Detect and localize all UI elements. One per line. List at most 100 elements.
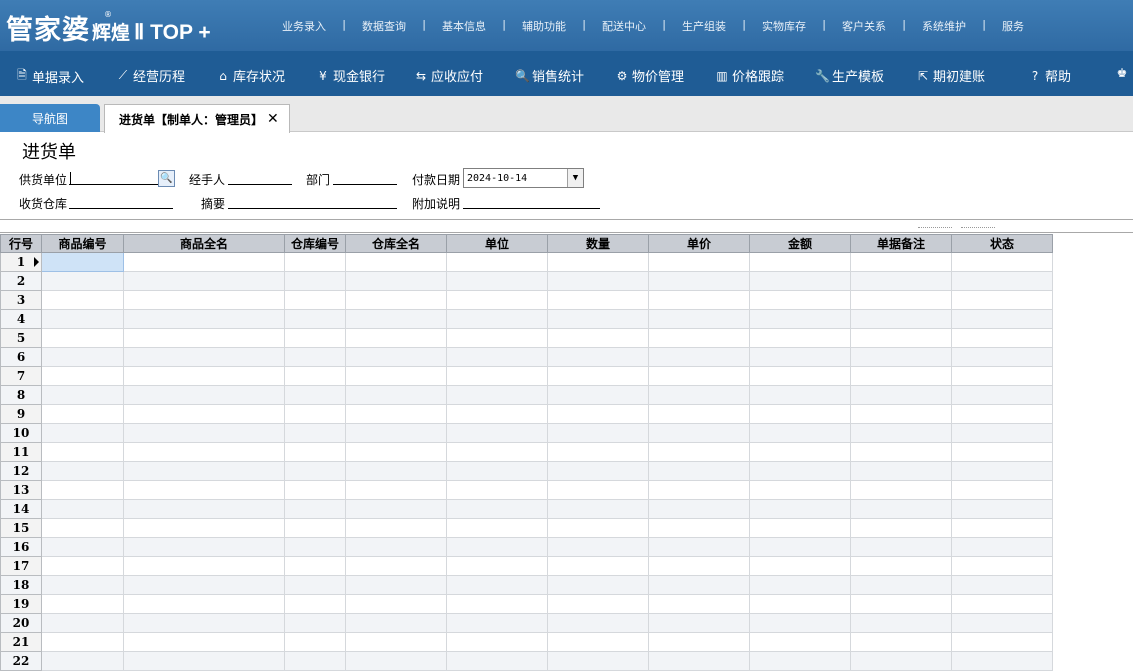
grid-cell[interactable] [951,556,1053,576]
grid-cell[interactable] [648,309,750,329]
grid-cell[interactable] [284,347,346,367]
grid-cell[interactable] [41,366,124,386]
top-menu-item-basic-info[interactable]: 基本信息 [424,18,506,34]
row-number-cell[interactable]: 4 [0,309,42,329]
toolbar-document-entry-button[interactable]: 🗎 单据录入 [15,66,84,87]
grid-cell[interactable] [345,328,447,348]
grid-cell[interactable] [284,518,346,538]
column-header-unit-price[interactable]: 单价 [648,234,750,253]
grid-cell[interactable] [123,366,285,386]
grid-cell[interactable] [446,613,548,633]
grid-cell[interactable] [648,366,750,386]
row-number-cell[interactable]: 7 [0,366,42,386]
grid-cell[interactable] [41,347,124,367]
grid-cell[interactable] [284,423,346,443]
grid-cell[interactable] [284,537,346,557]
grid-cell[interactable] [951,309,1053,329]
grid-cell[interactable] [547,594,649,614]
grid-cell[interactable] [446,442,548,462]
grid-cell[interactable] [345,480,447,500]
grid-cell[interactable] [648,632,750,652]
grid-cell[interactable] [284,309,346,329]
table-row[interactable]: 5 [0,328,1053,348]
grid-cell[interactable] [446,499,548,519]
table-row[interactable]: 6 [0,347,1053,367]
grid-cell[interactable] [749,328,851,348]
table-row[interactable]: 4 [0,309,1053,329]
grid-cell[interactable] [648,480,750,500]
row-number-cell[interactable]: 18 [0,575,42,595]
grid-cell[interactable] [345,271,447,291]
grid-cell[interactable] [41,480,124,500]
grid-cell[interactable] [648,651,750,671]
grid-cell[interactable] [850,651,952,671]
grid-cell[interactable] [123,632,285,652]
row-number-cell[interactable]: 3 [0,290,42,310]
splitter-bar[interactable] [0,219,1133,233]
grid-cell[interactable] [648,328,750,348]
grid-cell[interactable] [41,594,124,614]
grid-cell[interactable] [648,537,750,557]
grid-cell[interactable] [951,499,1053,519]
grid-cell[interactable] [41,632,124,652]
handler-field[interactable] [228,171,292,185]
column-header-warehouse-name[interactable]: 仓库全名 [345,234,447,253]
grid-cell[interactable] [749,499,851,519]
tab-purchase-order[interactable]: 进货单【制单人：管理员】 ✕ [104,104,290,133]
supplier-field[interactable] [69,171,158,185]
grid-cell[interactable] [123,290,285,310]
row-number-cell[interactable]: 15 [0,518,42,538]
table-row[interactable]: 20 [0,613,1053,633]
pay-date-picker[interactable]: 2024-10-14 ▼ [463,168,584,188]
grid-cell[interactable] [850,271,952,291]
grid-cell[interactable] [951,423,1053,443]
grid-cell[interactable] [284,480,346,500]
column-header-document-note[interactable]: 单据备注 [850,234,952,253]
grid-cell[interactable] [850,347,952,367]
grid-cell[interactable] [547,328,649,348]
grid-cell[interactable] [345,290,447,310]
grid-cell[interactable] [446,404,548,424]
row-number-cell[interactable]: 6 [0,347,42,367]
top-menu-item-customer-relations[interactable]: 客户关系 [824,18,906,34]
grid-cell[interactable] [850,613,952,633]
grid-cell[interactable] [951,404,1053,424]
grid-cell[interactable] [345,575,447,595]
column-header-warehouse-code[interactable]: 仓库编号 [284,234,346,253]
grid-cell[interactable] [547,613,649,633]
grid-cell[interactable] [123,347,285,367]
grid-cell[interactable] [749,518,851,538]
grid-cell[interactable] [446,366,548,386]
grid-cell[interactable] [41,518,124,538]
grid-cell[interactable] [850,461,952,481]
grid-cell[interactable] [749,442,851,462]
grid-cell[interactable] [850,518,952,538]
grid-cell[interactable] [446,518,548,538]
table-row[interactable]: 10 [0,423,1053,443]
grid-cell[interactable] [648,423,750,443]
summary-field[interactable] [228,195,397,209]
column-header-product-name[interactable]: 商品全名 [123,234,285,253]
grid-cell[interactable] [446,651,548,671]
warehouse-field[interactable] [69,195,173,209]
grid-cell[interactable] [345,461,447,481]
grid-cell[interactable] [284,594,346,614]
row-number-cell[interactable]: 16 [0,537,42,557]
grid-cell[interactable] [41,423,124,443]
table-row[interactable]: 7 [0,366,1053,386]
grid-cell[interactable] [345,594,447,614]
top-menu-item-auxiliary[interactable]: 辅助功能 [504,18,586,34]
grid-cell[interactable] [951,385,1053,405]
grid-cell[interactable] [547,290,649,310]
grid-cell[interactable] [547,366,649,386]
grid-cell[interactable] [446,328,548,348]
grid-cell[interactable] [951,575,1053,595]
column-header-quantity[interactable]: 数量 [547,234,649,253]
grid-cell[interactable] [951,347,1053,367]
grid-cell[interactable] [345,404,447,424]
grid-cell[interactable] [446,632,548,652]
grid-cell[interactable] [345,252,447,272]
grid-cell[interactable] [284,613,346,633]
grid-cell[interactable] [284,499,346,519]
grid-cell[interactable] [547,309,649,329]
